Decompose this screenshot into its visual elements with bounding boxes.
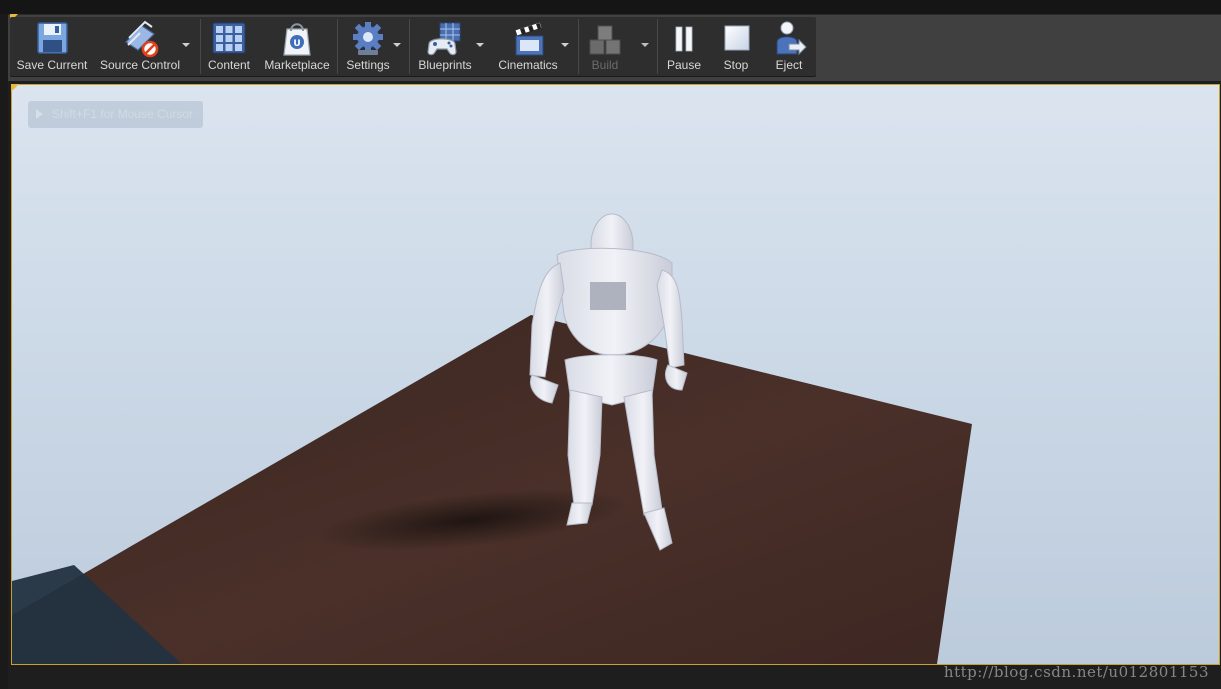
viewport-options-overlay[interactable]: Shift+F1 for Mouse Cursor xyxy=(28,101,203,128)
save-current-button[interactable]: Save Current xyxy=(12,17,92,76)
stop-label: Stop xyxy=(723,58,749,72)
build-blocks-icon xyxy=(585,20,625,58)
pause-button[interactable]: Pause xyxy=(661,17,707,76)
marketplace-bag-icon: U xyxy=(277,20,317,58)
source-control-icon xyxy=(120,20,160,58)
gear-icon xyxy=(348,20,388,58)
pause-label: Pause xyxy=(666,58,702,72)
build-button[interactable]: Build xyxy=(582,17,628,76)
blueprints-label: Blueprints xyxy=(418,58,472,72)
blueprints-button[interactable]: Blueprints xyxy=(412,17,478,76)
eject-button[interactable]: Eject xyxy=(765,17,813,76)
settings-button[interactable]: Settings xyxy=(340,17,396,76)
pause-icon xyxy=(664,20,704,58)
settings-label: Settings xyxy=(346,58,390,72)
source-control-dropdown-icon[interactable] xyxy=(182,43,190,47)
svg-text:U: U xyxy=(293,39,300,49)
viewport-scene xyxy=(12,213,972,664)
eject-label: Eject xyxy=(775,58,803,72)
viewport-active-marker xyxy=(11,84,19,92)
blueprints-controller-icon xyxy=(425,20,465,58)
build-label: Build xyxy=(591,58,619,72)
stop-button[interactable]: Stop xyxy=(713,17,759,76)
content-grid-icon xyxy=(209,20,249,58)
cinematics-button[interactable]: Cinematics xyxy=(494,17,562,76)
save-current-label: Save Current xyxy=(16,58,88,72)
left-dock-edge xyxy=(0,14,8,689)
level-viewport[interactable]: Shift+F1 for Mouse Cursor xyxy=(11,84,1220,665)
clapperboard-icon xyxy=(508,20,548,58)
build-dropdown-icon[interactable] xyxy=(641,43,649,47)
toolbar-separator xyxy=(337,19,338,74)
settings-dropdown-icon[interactable] xyxy=(393,43,401,47)
cinematics-label: Cinematics xyxy=(498,58,558,72)
floor-plane xyxy=(12,315,972,664)
content-button[interactable]: Content xyxy=(203,17,255,76)
toolbar-separator xyxy=(657,19,658,74)
toolbar-separator xyxy=(409,19,410,74)
source-control-label: Source Control xyxy=(99,58,181,72)
eject-person-icon xyxy=(769,20,809,58)
save-icon xyxy=(32,20,72,58)
toolbar-separator xyxy=(578,19,579,74)
blueprints-dropdown-icon[interactable] xyxy=(476,43,484,47)
play-triangle-icon xyxy=(36,109,43,119)
marketplace-button[interactable]: U Marketplace xyxy=(260,17,334,76)
title-strip xyxy=(0,0,1221,14)
content-label: Content xyxy=(207,58,251,72)
level-editor-toolbar: Save Current Source Control Content U Ma… xyxy=(10,17,816,76)
marketplace-label: Marketplace xyxy=(264,58,330,72)
viewport-overlay-text: Shift+F1 for Mouse Cursor xyxy=(52,107,194,121)
stop-icon xyxy=(716,20,756,58)
cinematics-dropdown-icon[interactable] xyxy=(561,43,569,47)
watermark-text: http://blog.csdn.net/u012801153 xyxy=(943,663,1209,681)
source-control-button[interactable]: Source Control xyxy=(96,17,184,76)
toolbar-separator xyxy=(200,19,201,74)
